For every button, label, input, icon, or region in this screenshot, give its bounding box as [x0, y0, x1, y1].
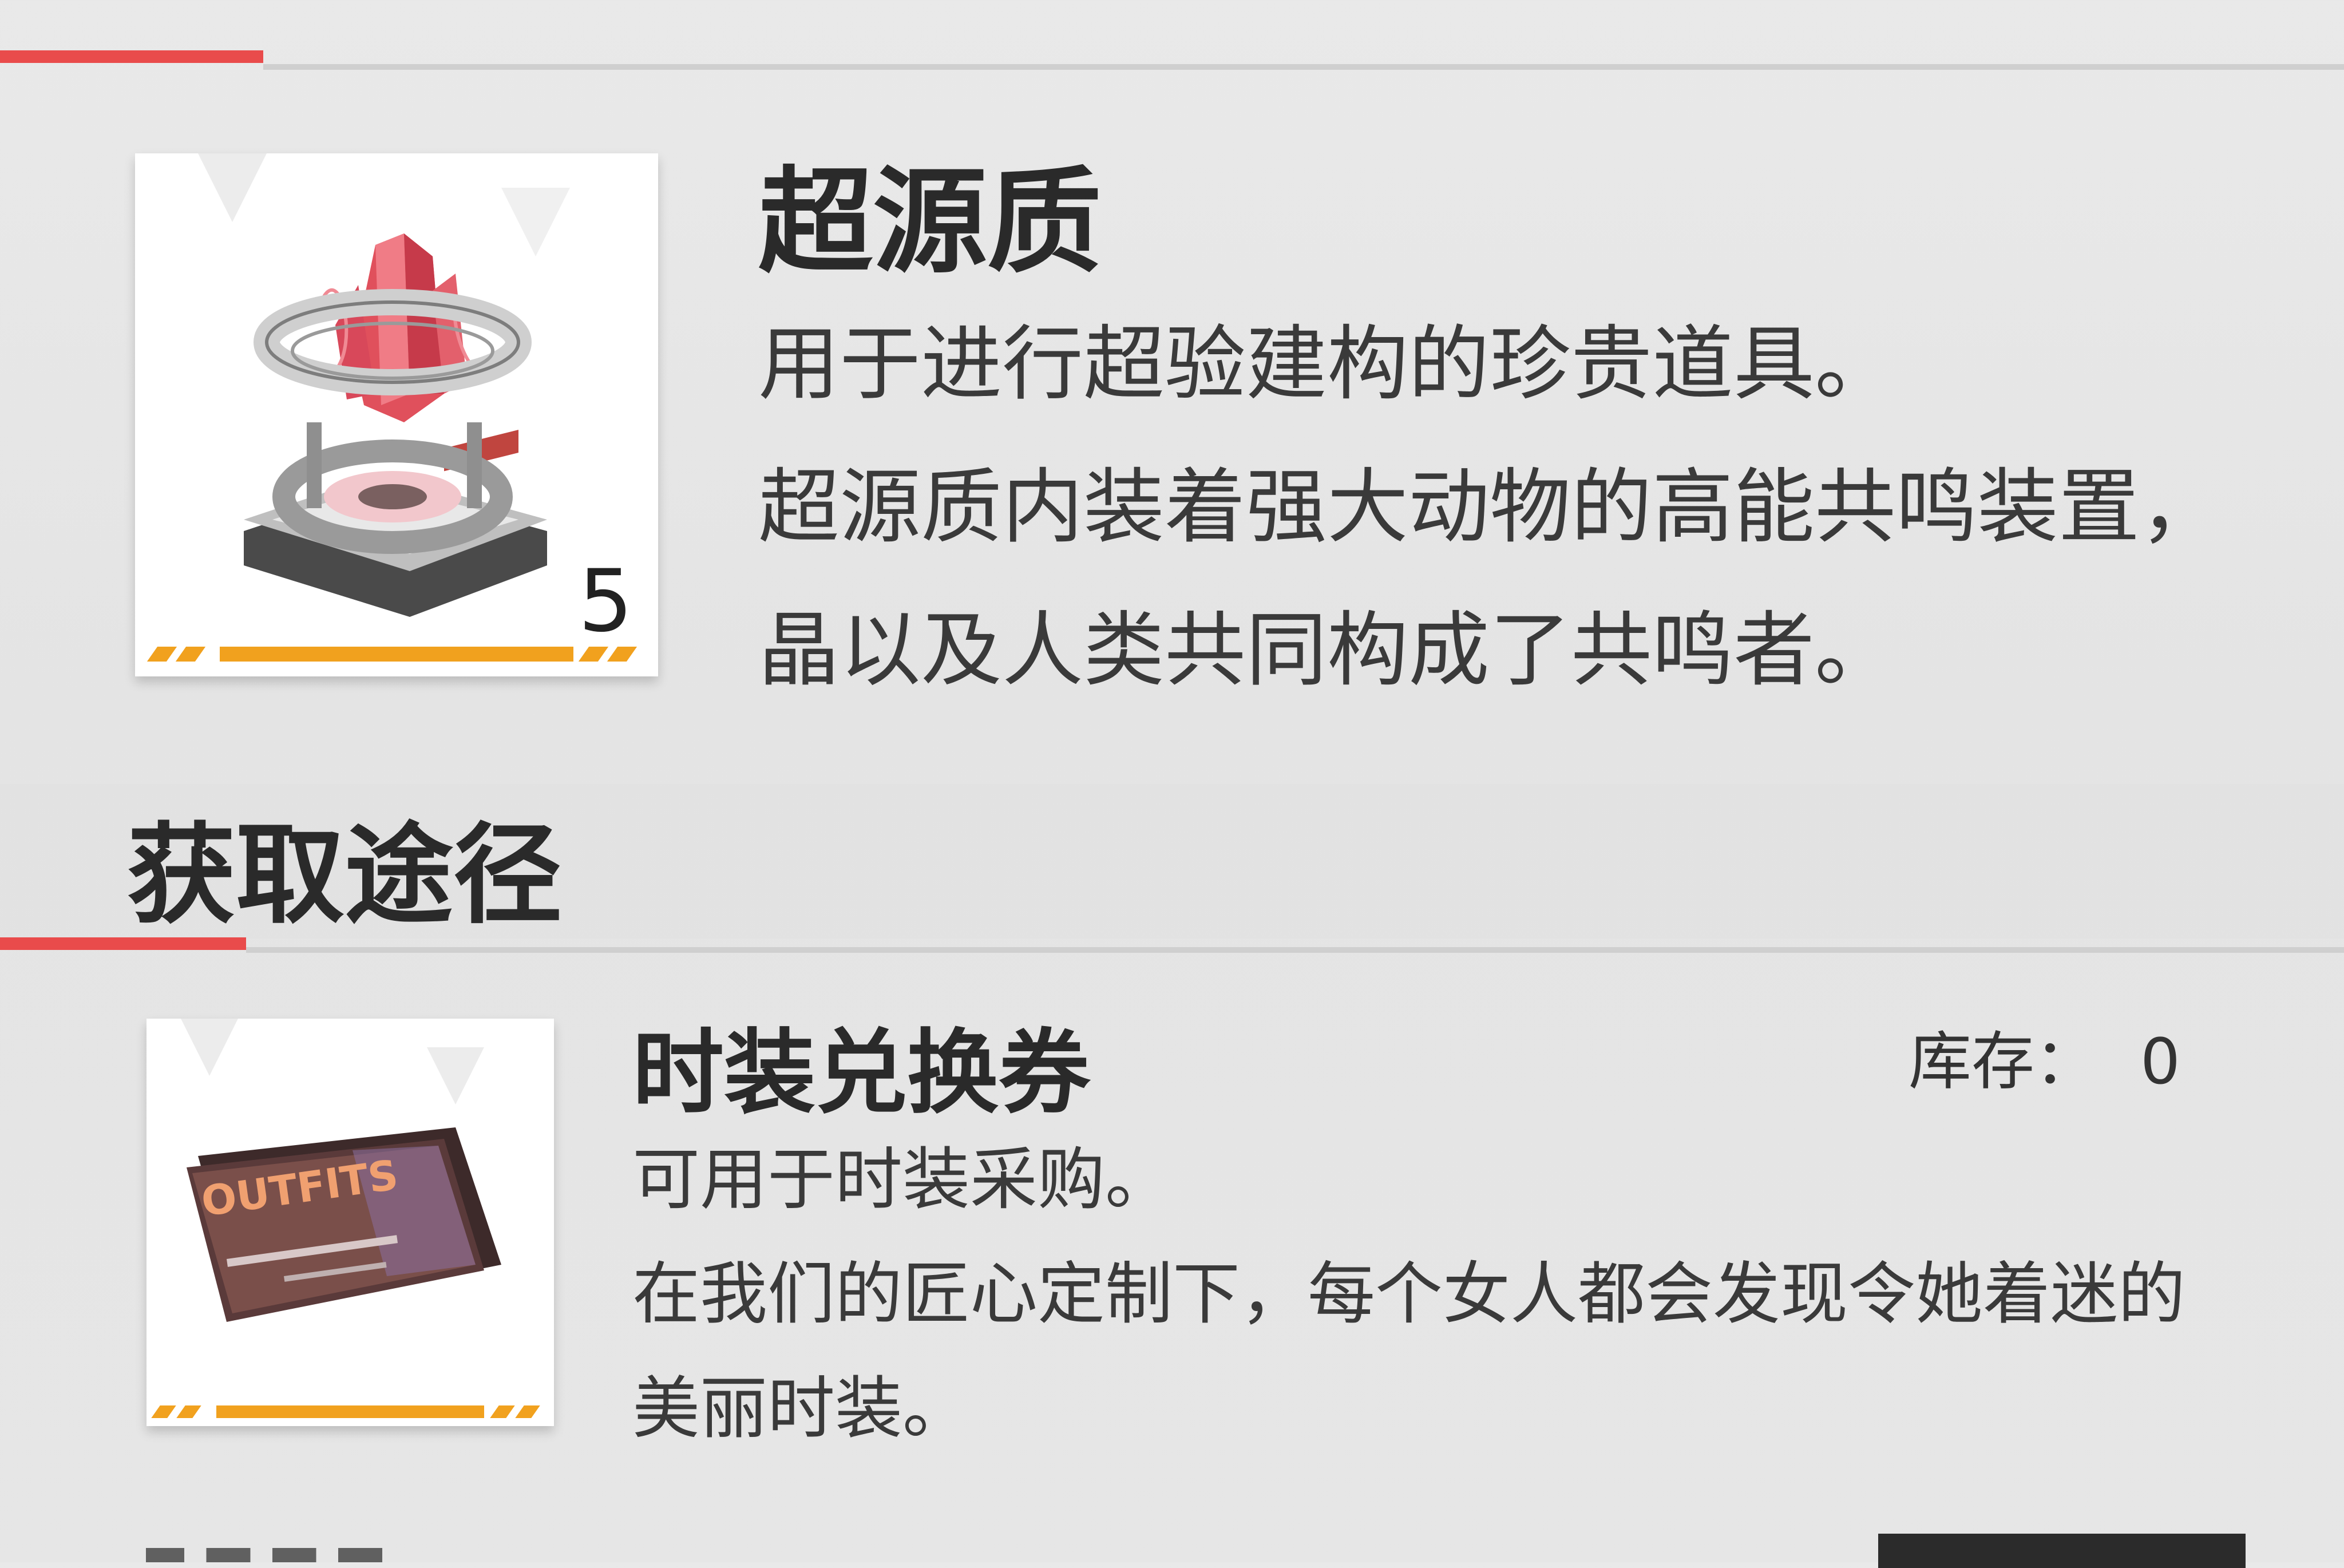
acquisition-accent-line: [0, 937, 246, 950]
voucher-description-line-2: 在我们的匠心定制下，每个女人都会发现令她着迷的: [632, 1254, 2186, 1333]
item-icon-card: 5: [135, 153, 658, 676]
item-name: 超源质: [758, 155, 1102, 289]
top-accent-line: [0, 50, 263, 63]
top-divider: [263, 64, 2344, 70]
bottom-action-button[interactable]: [1878, 1534, 2246, 1568]
voucher-description-line-3: 美丽时装。: [632, 1369, 971, 1448]
item-description-line-2: 超源质内装着强大动物的高能共鸣装置，: [758, 460, 2221, 555]
voucher-stock: 库存： 0: [1909, 1010, 2180, 1102]
voucher-name: 时装兑换券: [632, 1019, 1091, 1126]
item-description-line-3: 晶以及人类共同构成了共鸣者。: [758, 603, 1896, 698]
next-entry-heading-cutoff: [146, 1548, 421, 1562]
item-quantity: 5: [578, 552, 633, 651]
voucher-icon-card[interactable]: OUTFITS: [146, 1019, 554, 1426]
voucher-stock-value: 0: [2140, 1025, 2180, 1098]
voucher-rarity-bar: [151, 1405, 545, 1418]
rarity-bar: [146, 647, 641, 662]
acquisition-heading: 获取途径: [127, 811, 563, 939]
outfits-voucher-icon: OUTFITS: [187, 1127, 501, 1322]
voucher-stock-label: 库存：: [1909, 1025, 2097, 1098]
item-description-line-1: 用于进行超验建构的珍贵道具。: [758, 317, 1896, 411]
voucher-description-line-1: 可用于时装采购。: [632, 1140, 1173, 1219]
acquisition-divider: [246, 947, 2344, 953]
